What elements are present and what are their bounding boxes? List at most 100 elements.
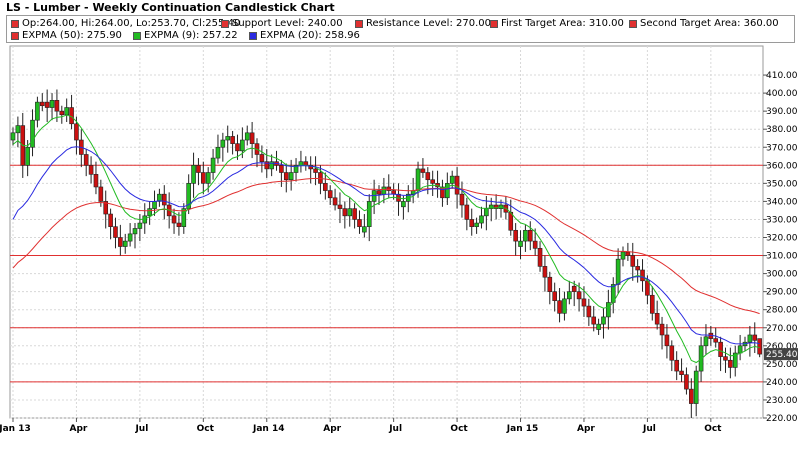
candle-down <box>542 266 548 278</box>
candle-down <box>757 338 762 355</box>
candle-up <box>737 345 743 354</box>
candle-down <box>249 132 255 144</box>
candle-down <box>576 291 582 300</box>
y-tick-label: 340.00 <box>766 197 798 207</box>
y-tick-label: 280.00 <box>766 306 798 316</box>
x-tick-label: Jul <box>134 424 148 434</box>
candle-up <box>64 107 69 116</box>
candle-up <box>30 119 35 148</box>
candle-down <box>69 107 74 125</box>
candle-down <box>581 298 587 307</box>
x-tick-label: Jan 14 <box>252 424 285 434</box>
candle-down <box>654 313 660 325</box>
y-axis: 220.00230.00240.00250.00260.00270.00280.… <box>763 71 798 424</box>
candle-up <box>35 101 40 121</box>
y-tick-label: 310.00 <box>766 252 798 262</box>
last-price-label: 255.40 <box>764 348 798 361</box>
y-tick-label: 230.00 <box>766 396 798 406</box>
x-tick-label: Apr <box>577 424 595 434</box>
candle-down <box>279 165 284 173</box>
candle-up <box>523 229 528 242</box>
candle-down <box>649 294 655 314</box>
candle-down <box>679 370 684 375</box>
y-tick-label: 290.00 <box>766 288 798 298</box>
y-tick-label: 410.00 <box>766 71 798 81</box>
candle-up <box>25 146 30 166</box>
candle-up <box>49 100 55 108</box>
candle-down <box>113 226 118 238</box>
x-tick-label: Jan 15 <box>506 424 539 434</box>
candle-down <box>547 276 553 292</box>
y-tick-label: 300.00 <box>766 270 798 280</box>
candle-down <box>669 345 675 361</box>
candle-up <box>596 323 601 330</box>
candle-down <box>713 338 719 343</box>
candle-up <box>240 139 245 152</box>
candle-down <box>98 186 104 202</box>
y-tick-label: 380.00 <box>766 125 798 135</box>
candle-down <box>459 193 465 206</box>
candle-up <box>620 251 626 260</box>
y-tick-label: 350.00 <box>766 179 798 189</box>
candle-down <box>689 388 694 404</box>
y-tick-label: 360.00 <box>766 161 798 171</box>
candle-up <box>562 298 567 314</box>
candle-down <box>625 251 631 256</box>
candle-up <box>127 233 133 242</box>
candle-down <box>591 316 597 325</box>
candle-down <box>386 186 392 191</box>
candle-up <box>606 302 611 318</box>
candle-up <box>567 291 572 300</box>
plot-area <box>9 45 764 419</box>
candle-up <box>205 172 211 184</box>
candle-down <box>108 213 113 227</box>
candle-down <box>39 101 45 107</box>
x-tick-label: Oct <box>704 424 722 434</box>
candle-down <box>552 291 557 301</box>
candle-up <box>15 125 21 134</box>
candle-down <box>532 240 538 249</box>
candle-down <box>88 165 94 175</box>
candle-up <box>132 228 138 235</box>
candle-up <box>479 215 484 224</box>
candle-down <box>337 204 343 209</box>
candle-down <box>557 300 562 314</box>
candle-up <box>518 240 523 247</box>
candle-down <box>176 222 182 227</box>
candle-down <box>83 154 89 166</box>
candle-up <box>601 316 606 325</box>
y-tick-label: 270.00 <box>766 324 798 334</box>
candle-down <box>161 193 167 206</box>
candle-down <box>318 172 323 184</box>
candle-up <box>137 222 143 229</box>
candle-down <box>684 374 689 390</box>
x-tick-label: Jul <box>388 424 402 434</box>
candle-down <box>327 190 333 199</box>
y-tick-label: 250.00 <box>766 360 798 370</box>
candle-down <box>342 208 348 217</box>
candle-up <box>215 146 221 159</box>
candle-down <box>513 229 518 242</box>
candle-up <box>210 157 216 173</box>
candle-down <box>332 197 338 206</box>
x-tick-label: Oct <box>197 424 215 434</box>
candle-down <box>323 183 328 191</box>
candle-up <box>181 208 187 227</box>
candle-down <box>752 334 758 341</box>
candle-down <box>425 172 431 181</box>
candle-down <box>44 101 50 108</box>
candle-down <box>659 323 665 336</box>
candle-down <box>201 172 206 184</box>
candle-up <box>747 334 753 343</box>
candle-up <box>298 161 304 166</box>
candle-down <box>469 219 475 227</box>
candle-up <box>122 240 128 247</box>
candle-down <box>723 356 728 361</box>
candle-up <box>366 201 372 227</box>
candle-down <box>728 359 733 368</box>
candle-down <box>376 190 382 195</box>
candle-up <box>147 208 152 217</box>
candle-down <box>640 269 645 282</box>
x-tick-label: Jan 13 <box>0 424 31 434</box>
candle-down <box>196 165 201 173</box>
